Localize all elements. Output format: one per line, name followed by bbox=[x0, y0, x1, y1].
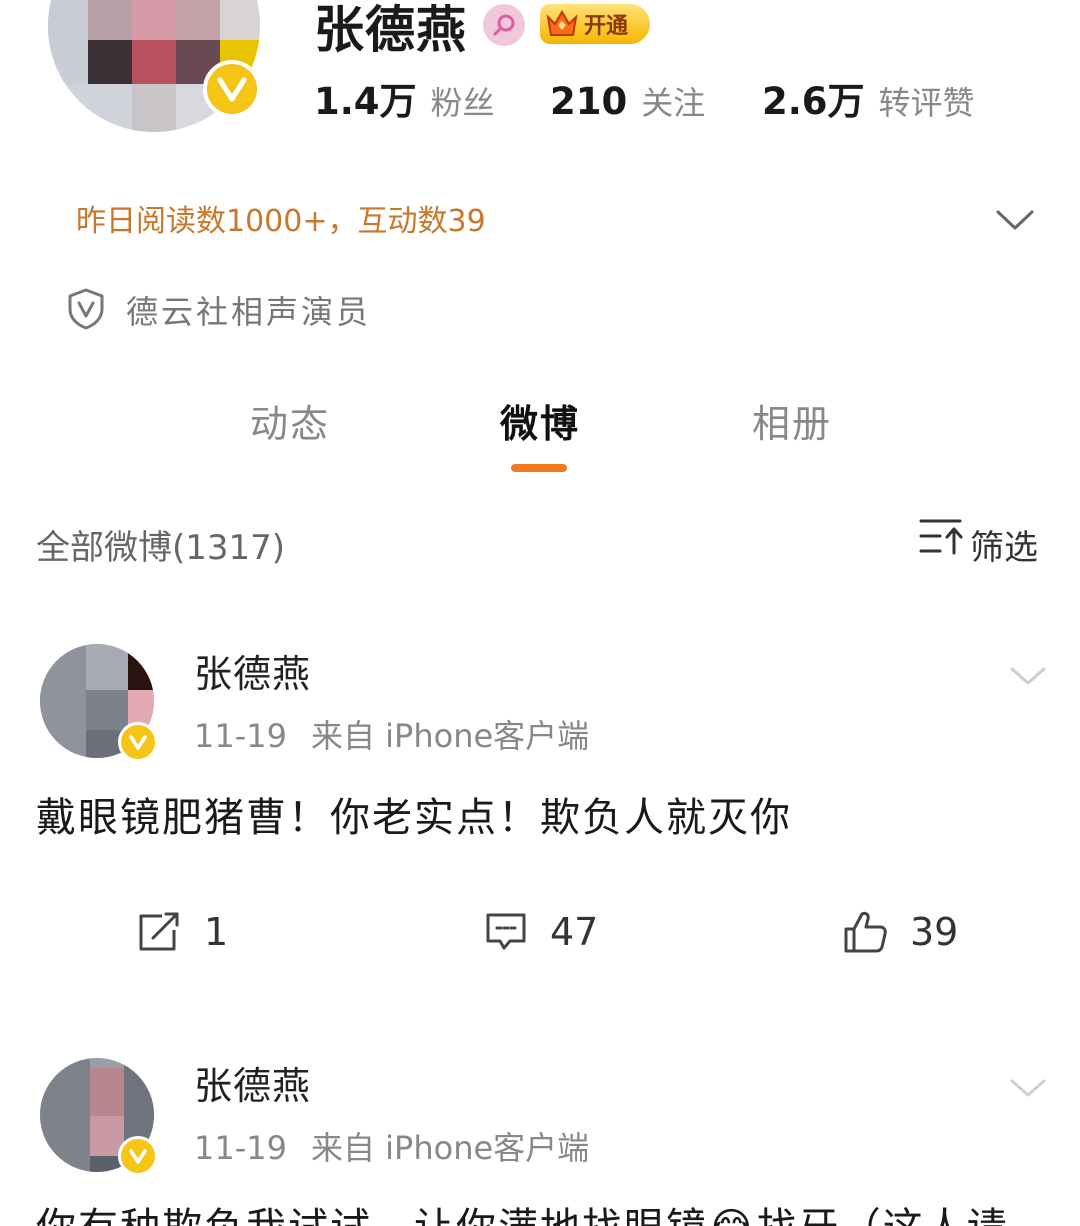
chevron-down-icon[interactable] bbox=[994, 204, 1036, 234]
post-date: 11-19 bbox=[194, 717, 287, 755]
filter-button[interactable]: 筛选 bbox=[970, 524, 1038, 572]
post-meta: 11-19 来自 iPhone客户端 bbox=[194, 714, 589, 758]
post-more-chevron-icon[interactable] bbox=[1008, 664, 1048, 688]
vip-open-button[interactable]: 开通 bbox=[540, 4, 650, 44]
post-source: 来自 iPhone客户端 bbox=[310, 1129, 590, 1167]
verified-badge-icon bbox=[118, 1136, 158, 1176]
post-date: 11-19 bbox=[194, 1129, 287, 1167]
certification-text: 德云社相声演员 bbox=[126, 293, 372, 331]
comment-button[interactable]: 47 bbox=[484, 906, 598, 958]
reads-summary[interactable]: 昨日阅读数1000+，互动数39 bbox=[76, 200, 486, 244]
repost-count: 1 bbox=[204, 910, 229, 954]
post-text: 戴眼镜肥猪曹！你老实点！欺负人就灭你 bbox=[36, 795, 792, 841]
crown-icon bbox=[540, 4, 584, 44]
followers-label: 粉丝 bbox=[430, 84, 495, 122]
following-label: 关注 bbox=[641, 84, 706, 122]
post-author-name[interactable]: 张德燕 bbox=[194, 648, 311, 700]
stat-interactions[interactable]: 2.6万 转评赞 bbox=[762, 80, 975, 131]
active-tab-indicator bbox=[511, 464, 567, 472]
verified-badge-icon bbox=[203, 60, 261, 118]
all-weibo-count[interactable]: 全部微博(1317) bbox=[36, 524, 285, 572]
like-button[interactable]: 39 bbox=[842, 906, 958, 958]
stat-followers[interactable]: 1.4万 粉丝 bbox=[314, 80, 495, 131]
shield-verified-icon bbox=[68, 288, 104, 330]
followers-count: 1.4万 bbox=[314, 80, 417, 123]
interactions-label: 转评赞 bbox=[878, 84, 975, 122]
post-source: 来自 iPhone客户端 bbox=[310, 717, 590, 755]
filter-sort-icon[interactable] bbox=[918, 516, 964, 556]
tab-weibo[interactable]: 微博 bbox=[500, 398, 580, 450]
thumbs-up-icon bbox=[844, 911, 887, 953]
verified-badge-icon bbox=[118, 722, 158, 762]
profile-name: 张德燕 bbox=[314, 1, 467, 59]
like-count: 39 bbox=[910, 910, 959, 954]
comment-count: 47 bbox=[550, 910, 599, 954]
vip-open-label: 开通 bbox=[584, 14, 629, 39]
interactions-count: 2.6万 bbox=[762, 80, 865, 123]
comment-icon bbox=[486, 913, 526, 950]
following-count: 210 bbox=[550, 80, 628, 123]
post-author-name[interactable]: 张德燕 bbox=[194, 1060, 311, 1112]
post-more-chevron-icon[interactable] bbox=[1008, 1076, 1048, 1100]
tab-album[interactable]: 相册 bbox=[752, 398, 832, 450]
tab-dynamics[interactable]: 动态 bbox=[250, 398, 330, 450]
post-text: 你有种欺负我试试，让你满地找眼镜😂找牙（这人请 bbox=[36, 1200, 1009, 1226]
post-meta: 11-19 来自 iPhone客户端 bbox=[194, 1126, 589, 1170]
repost-button[interactable]: 1 bbox=[136, 906, 228, 958]
stat-following[interactable]: 210 关注 bbox=[550, 80, 705, 131]
female-gender-icon bbox=[483, 4, 525, 46]
repost-icon bbox=[139, 912, 179, 951]
